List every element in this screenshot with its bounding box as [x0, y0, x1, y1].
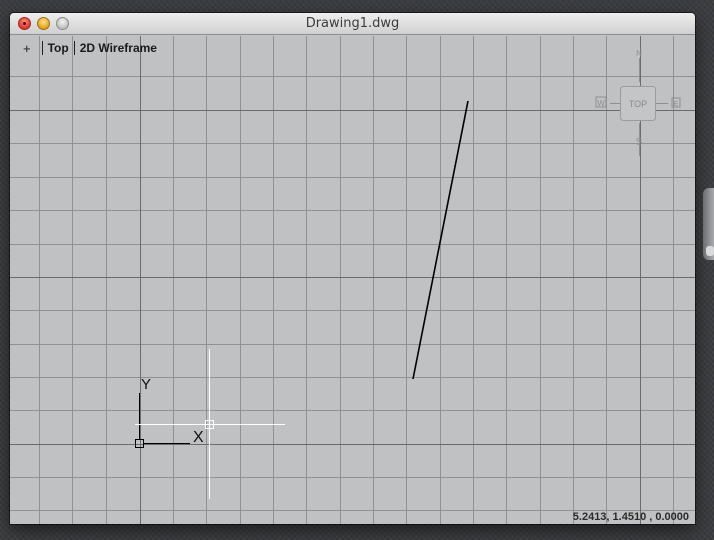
visual-style-selector[interactable]: 2D Wireframe — [80, 41, 157, 55]
viewcube-compass-e[interactable]: E — [674, 101, 679, 108]
ucs-x-label: X — [193, 429, 204, 446]
view-selector[interactable]: Top — [48, 41, 69, 55]
viewport-menu-button[interactable]: + — [23, 41, 31, 56]
viewcube-face-label[interactable]: TOP — [629, 99, 647, 109]
model-space-svg[interactable]: Y X TOP N S W E — [10, 36, 695, 524]
ucs-icon — [135, 393, 190, 448]
viewcube-compass-n[interactable]: N — [636, 49, 642, 58]
viewport-divider — [73, 41, 75, 55]
background-window-edge — [703, 188, 714, 260]
coordinate-readout: 5.2413, 1.4510 , 0.0000 — [572, 511, 689, 523]
viewcube-compass-s[interactable]: S — [636, 137, 643, 148]
drawing-canvas[interactable]: Y X TOP N S W E — [10, 36, 695, 524]
window-title: Drawing1.dwg — [305, 16, 400, 31]
viewcube-compass-w[interactable]: W — [597, 99, 605, 108]
viewport-controls: + Top 2D Wireframe — [23, 40, 157, 56]
viewport-divider — [41, 41, 43, 55]
crosshair-cursor — [135, 349, 285, 499]
title-bar[interactable]: Drawing1.dwg — [10, 13, 695, 35]
drawing-window: Drawing1.dwg Y X TOP N S W E + Top 2D Wi… — [10, 13, 695, 524]
grid-major — [10, 36, 695, 524]
grid-minor — [10, 36, 695, 524]
ucs-y-label: Y — [141, 376, 151, 393]
